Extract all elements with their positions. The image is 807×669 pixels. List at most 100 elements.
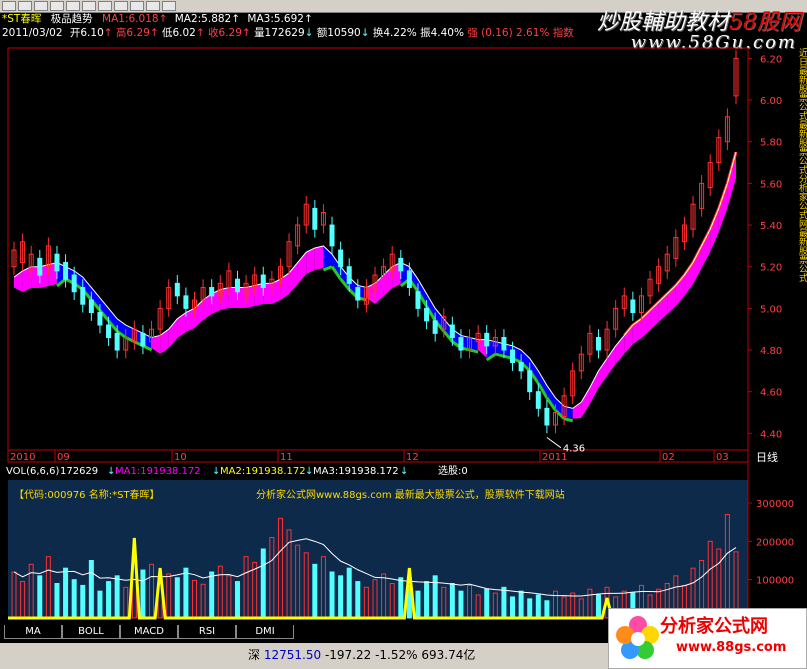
ma1-value: MA1:6.018 bbox=[102, 13, 159, 25]
stock-name: *ST春晖 bbox=[2, 13, 42, 25]
candle-body bbox=[260, 274, 266, 289]
candle-body bbox=[415, 291, 421, 309]
volume-bar bbox=[398, 577, 404, 619]
trend-band-segment bbox=[246, 285, 255, 308]
ma1-arrow: ↑ bbox=[158, 13, 168, 25]
indicator-name[interactable]: 极品趋势 bbox=[51, 13, 93, 25]
candle-body bbox=[54, 253, 60, 272]
volume-bar bbox=[544, 600, 550, 619]
min-marker-line bbox=[546, 437, 562, 449]
candle-body bbox=[71, 274, 77, 293]
volume-bar bbox=[338, 575, 344, 619]
volume-bar bbox=[415, 590, 421, 619]
toolbar-button-7[interactable] bbox=[114, 1, 128, 11]
candle-body bbox=[312, 207, 318, 230]
candle-body bbox=[329, 224, 335, 247]
candle-body bbox=[338, 249, 344, 268]
trend-band-segment bbox=[323, 245, 333, 268]
volume-bar bbox=[37, 575, 43, 619]
trend-band-segment bbox=[581, 387, 590, 418]
price-chart[interactable]: 6.20 6.00 5.80 5.60 5.40 5.20 5.00 4.80 4.60 4.40… bbox=[0, 42, 807, 462]
ma3-arrow: ↑ bbox=[303, 13, 313, 25]
tab-rsi[interactable]: RSI bbox=[178, 625, 236, 639]
date-value: 2011/03/02 bbox=[2, 27, 63, 39]
market-index-readout: 深 12751.50 -197.22 -1.52% 693.74亿 bbox=[248, 646, 475, 663]
candle-body bbox=[630, 299, 636, 314]
trend-band-segment bbox=[280, 272, 290, 300]
candle-body bbox=[527, 370, 533, 393]
volume-bar bbox=[329, 571, 335, 619]
candle-body bbox=[174, 282, 180, 297]
volume-bar bbox=[312, 563, 318, 619]
trend-bear-edge bbox=[563, 417, 574, 423]
trend-band-segment bbox=[203, 293, 212, 320]
toolbar-button-1[interactable] bbox=[18, 1, 32, 11]
candle-body bbox=[88, 299, 94, 314]
tab-ma[interactable]: MA bbox=[4, 625, 62, 639]
candle-body bbox=[346, 266, 352, 284]
price-y-tick-label: 5.40 bbox=[760, 221, 782, 232]
toolbar-button-4[interactable] bbox=[66, 1, 80, 11]
close-arrow: ↑ bbox=[241, 27, 251, 39]
volume-bar bbox=[458, 590, 464, 619]
toolbar-button-8[interactable] bbox=[130, 1, 144, 11]
toolbar-button-3[interactable] bbox=[50, 1, 64, 11]
candle-body bbox=[209, 287, 215, 297]
tab-boll[interactable]: BOLL bbox=[62, 625, 120, 639]
volume-bar bbox=[527, 598, 533, 619]
index-change: -197.22 bbox=[324, 648, 372, 662]
close-value: 收6.29 bbox=[208, 27, 242, 39]
volume-bar bbox=[518, 590, 524, 619]
min-marker-label: 4.36 bbox=[563, 444, 585, 455]
volume-bar bbox=[174, 577, 180, 619]
exchange-label: 深 bbox=[248, 648, 261, 662]
volume-bar bbox=[355, 581, 361, 619]
volume-bar bbox=[510, 596, 516, 619]
ma3-value: MA3:5.692 bbox=[247, 13, 304, 25]
strength-value: 强 (0.16) 2.61% bbox=[467, 27, 550, 39]
candle-body bbox=[398, 257, 404, 272]
volume-header-item: 选股:0 bbox=[438, 464, 468, 477]
trend-band-segment bbox=[589, 370, 599, 404]
amount-value: 额10590 bbox=[316, 27, 361, 39]
low-value: 低6.02 bbox=[161, 27, 196, 39]
volume-value: 量172629 bbox=[254, 27, 305, 39]
market-amount: 693.74亿 bbox=[421, 648, 476, 662]
toolbar-button-6[interactable] bbox=[98, 1, 112, 11]
tab-dmi[interactable]: DMI bbox=[236, 625, 294, 639]
ohlc-info-line: 2011/03/02 开6.10↑ 高6.29↑ 低6.02↑ 收6.29↑ 量… bbox=[2, 27, 574, 40]
candle-body bbox=[501, 337, 507, 351]
candle-body bbox=[97, 312, 103, 326]
toolbar-button-2[interactable] bbox=[34, 1, 48, 11]
candle-body bbox=[544, 407, 550, 426]
banner-stock-code: 【代码:000976 名称:*ST春晖】 bbox=[14, 488, 160, 501]
indicator-tabs: MA BOLL MACD RSI DMI bbox=[0, 625, 420, 639]
candle-body bbox=[484, 332, 490, 347]
logo-title: 分析家公式网 bbox=[660, 616, 768, 637]
ma2-value: MA2:5.882 bbox=[174, 13, 232, 25]
toolbar-button-5[interactable] bbox=[82, 1, 96, 11]
toolbar-button-0[interactable] bbox=[2, 1, 16, 11]
volume-chart[interactable]: VOL(6,6,6) 172629 ↓ MA1:191938.172 ↓ MA2:1919… bbox=[0, 460, 807, 625]
candle-body bbox=[458, 337, 464, 351]
toolbar-button-10[interactable] bbox=[162, 1, 176, 11]
open-value: 开6.10 bbox=[69, 27, 104, 39]
volume-bar bbox=[97, 590, 103, 619]
price-y-tick-label: 6.20 bbox=[760, 54, 782, 65]
banner-ad-text: 分析家公式网www.88gs.com 最新最大股票公式，股票软件下载网站 bbox=[256, 488, 565, 501]
tab-macd[interactable]: MACD bbox=[120, 625, 178, 639]
volume-header-item: MA2:191938.172 bbox=[220, 466, 306, 477]
price-y-tick-label: 4.60 bbox=[760, 388, 782, 399]
candle-body bbox=[80, 287, 86, 305]
toolbar-button-9[interactable] bbox=[146, 1, 160, 11]
candle-body bbox=[234, 278, 240, 293]
volume-bar bbox=[54, 583, 60, 619]
volume-y-tick-label: 200000 bbox=[756, 537, 794, 548]
price-y-tick-label: 5.00 bbox=[760, 304, 782, 315]
candle-body bbox=[106, 324, 112, 339]
trend-band-segment bbox=[598, 358, 608, 388]
candle-body bbox=[535, 391, 541, 409]
volume-bar bbox=[71, 579, 77, 619]
amount-arrow: ↓ bbox=[360, 27, 370, 39]
volume-header-item: MA3:191938.172 bbox=[313, 466, 399, 477]
